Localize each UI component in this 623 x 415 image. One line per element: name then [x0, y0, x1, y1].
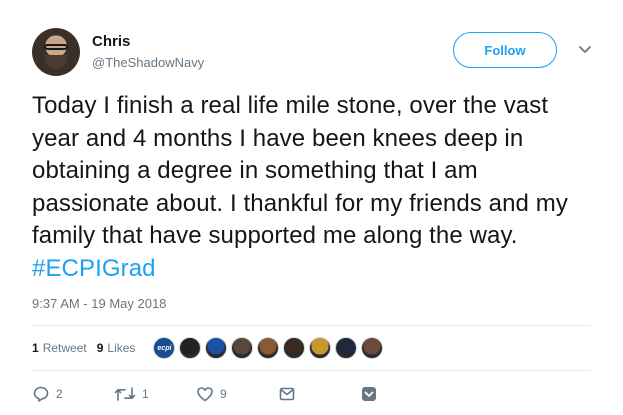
avatar-beard — [45, 55, 67, 69]
tweet-text: Today I finish a real life mile stone, o… — [32, 90, 597, 285]
author-name[interactable]: Chris — [92, 33, 130, 50]
likes-stat[interactable]: 9 Likes — [97, 341, 136, 355]
retweets-count: 1 — [32, 341, 39, 355]
heart-icon — [197, 387, 213, 402]
likes-label: Likes — [107, 341, 136, 355]
retweet-action[interactable]: 1 — [114, 385, 196, 403]
tweet-timestamp[interactable]: 9:37 AM - 19 May 2018 — [32, 296, 166, 311]
reply-icon — [33, 386, 49, 402]
liker-avatar-7[interactable] — [309, 337, 332, 359]
ecpi-logo-avatar[interactable]: ecpi — [153, 337, 176, 359]
retweet-count: 1 — [142, 387, 149, 401]
retweets-stat[interactable]: 1 Retweet — [32, 341, 87, 355]
share-action[interactable] — [360, 385, 378, 403]
reply-count: 2 — [56, 387, 63, 401]
liker-avatar-5[interactable] — [257, 337, 280, 359]
ecpi-logo-text: ecpi — [157, 344, 172, 352]
tweet-body: Today I finish a real life mile stone, o… — [32, 92, 568, 249]
liker-avatar-9[interactable] — [361, 337, 384, 359]
liker-avatar-2[interactable] — [179, 337, 202, 359]
share-icon — [362, 387, 376, 401]
reply-action[interactable]: 2 — [32, 385, 114, 403]
chevron-down-icon[interactable] — [576, 40, 594, 58]
liker-avatar-8[interactable] — [335, 337, 358, 359]
like-action[interactable]: 9 — [196, 385, 278, 403]
pepsi-avatar[interactable] — [205, 337, 228, 359]
avatar-glasses — [44, 44, 68, 50]
liker-avatars: ecpi — [153, 337, 387, 359]
like-count: 9 — [220, 387, 227, 401]
author-avatar[interactable] — [32, 28, 80, 76]
envelope-icon — [279, 387, 295, 401]
tweet-actions: 2 1 9 — [32, 380, 378, 408]
tweet-stats: 1 Retweet 9 Likes ecpi — [32, 326, 387, 370]
liker-avatar-6[interactable] — [283, 337, 306, 359]
follow-button[interactable]: Follow — [453, 32, 557, 68]
direct-message-action[interactable] — [278, 385, 360, 403]
likes-count: 9 — [96, 341, 104, 355]
retweets-label: Retweet — [42, 341, 87, 355]
liker-avatar-4[interactable] — [231, 337, 254, 359]
hashtag-link[interactable]: #ECPIGrad — [32, 255, 156, 282]
retweet-icon — [114, 387, 136, 401]
author-handle[interactable]: @TheShadowNavy — [92, 55, 204, 70]
divider-bottom — [32, 370, 591, 371]
